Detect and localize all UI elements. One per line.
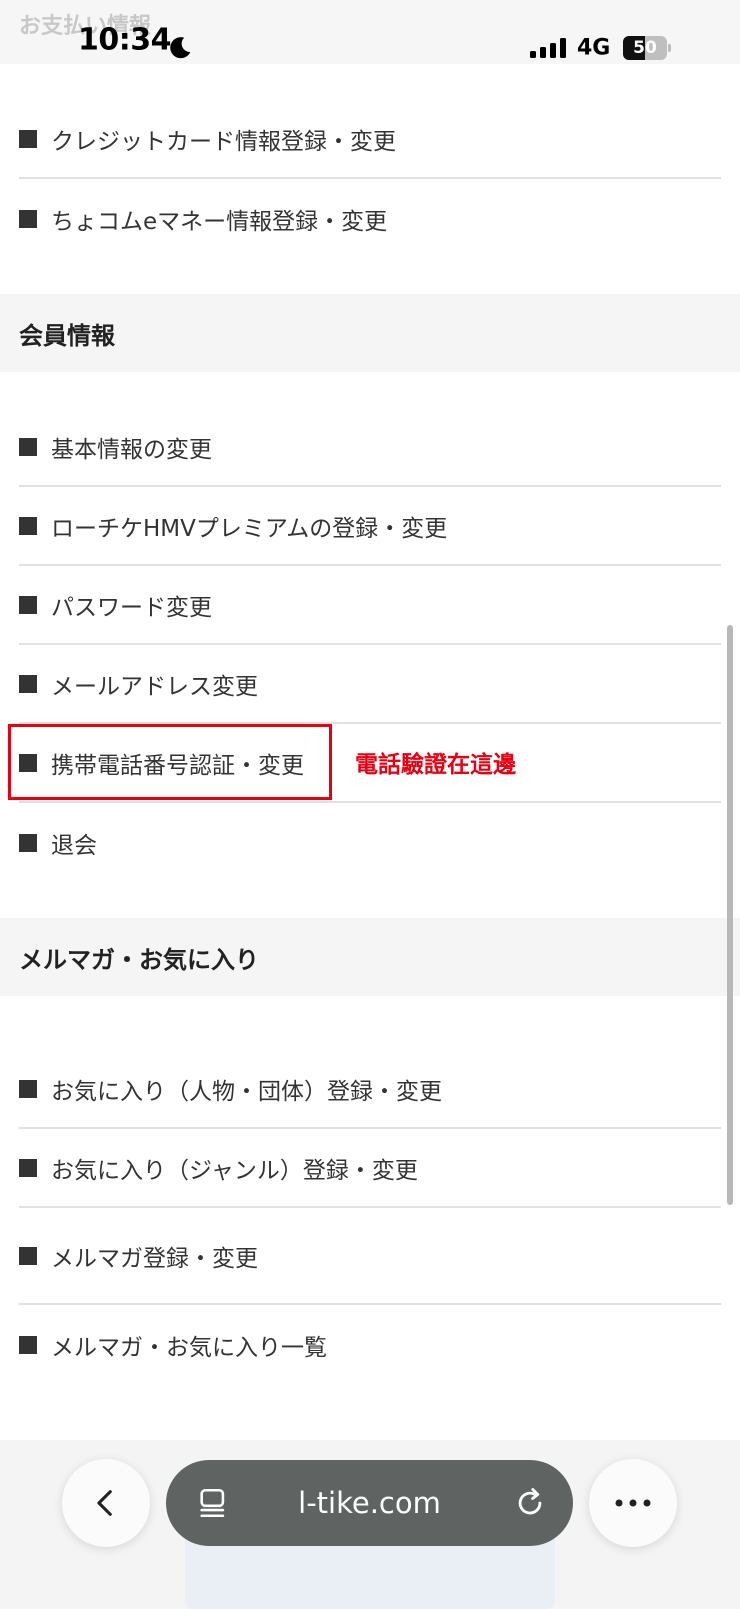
menu-item-label: メルマガ登録・変更	[51, 1246, 258, 1272]
square-bullet-icon	[19, 1079, 37, 1098]
menu-item-chocom-emoney[interactable]: ちょコムeマネー情報登録・変更	[19, 179, 721, 258]
square-bullet-icon	[19, 1158, 37, 1177]
battery-level: 50	[633, 38, 657, 58]
menu-item-withdraw[interactable]: 退会	[19, 803, 721, 882]
section-header-member: 会員情報	[0, 294, 740, 372]
status-time: 10:34	[78, 22, 172, 58]
menu-item-label: ローチケHMVプレミアムの登録・変更	[51, 515, 448, 542]
menu-item-label: お気に入り（人物・団体）登録・変更	[51, 1078, 442, 1105]
more-button[interactable]	[589, 1459, 677, 1547]
annotation-text: 電話驗證在這邊	[355, 752, 516, 778]
menu-item-premium[interactable]: ローチケHMVプレミアムの登録・変更	[19, 487, 721, 566]
menu-item-mailmag-list[interactable]: メルマガ・お気に入り一覧	[19, 1305, 721, 1384]
square-bullet-icon	[19, 516, 37, 535]
square-bullet-icon	[19, 833, 37, 852]
section-header-mailmag: メルマガ・お気に入り	[0, 918, 740, 996]
status-bar: お支払い情報 10:34 4G 50	[0, 0, 740, 64]
square-bullet-icon	[19, 674, 37, 693]
reload-icon[interactable]	[513, 1486, 547, 1520]
menu-item-label: 退会	[51, 832, 97, 859]
section-title: 会員情報	[19, 321, 115, 350]
square-bullet-icon	[19, 1335, 37, 1354]
square-bullet-icon	[19, 1247, 37, 1265]
menu-item-label: クレジットカード情報登録・変更	[51, 128, 396, 155]
back-button[interactable]	[62, 1459, 150, 1547]
menu-item-basic-info[interactable]: 基本情報の変更	[19, 408, 721, 487]
highlight-box	[8, 724, 332, 800]
square-bullet-icon	[19, 437, 37, 456]
menu-item-email[interactable]: メールアドレス変更	[19, 645, 721, 724]
menu-item-label: 基本情報の変更	[51, 436, 212, 463]
battery-icon: 50	[623, 36, 671, 60]
menu-item-favorite-person[interactable]: お気に入り（人物・団体）登録・変更	[19, 1050, 721, 1129]
scrollbar[interactable]	[727, 625, 733, 1205]
square-bullet-icon	[19, 209, 37, 228]
signal-icon	[530, 38, 566, 58]
square-bullet-icon	[19, 595, 37, 614]
menu-item-label: メルマガ・お気に入り一覧	[51, 1334, 327, 1361]
network-type: 4G	[577, 35, 611, 61]
menu-item-favorite-genre[interactable]: お気に入り（ジャンル）登録・変更	[19, 1129, 721, 1208]
moon-icon	[170, 37, 191, 59]
more-icon	[615, 1499, 651, 1507]
menu-item-label: ちょコムeマネー情報登録・変更	[51, 208, 388, 235]
menu-item-credit-card[interactable]: クレジットカード情報登録・変更	[19, 100, 721, 179]
square-bullet-icon	[19, 129, 37, 148]
menu-item-password[interactable]: パスワード変更	[19, 566, 721, 645]
chevron-left-icon	[97, 1490, 112, 1516]
menu-item-label: メールアドレス変更	[51, 673, 258, 700]
url-text[interactable]: l-tike.com	[166, 1460, 573, 1546]
menu-item-label: パスワード変更	[51, 594, 212, 621]
menu-item-label: お気に入り（ジャンル）登録・変更	[51, 1157, 418, 1184]
section-title: メルマガ・お気に入り	[19, 945, 259, 974]
address-bar[interactable]: l-tike.com	[166, 1460, 573, 1546]
menu-item-mailmag[interactable]: メルマガ登録・変更	[19, 1209, 721, 1305]
